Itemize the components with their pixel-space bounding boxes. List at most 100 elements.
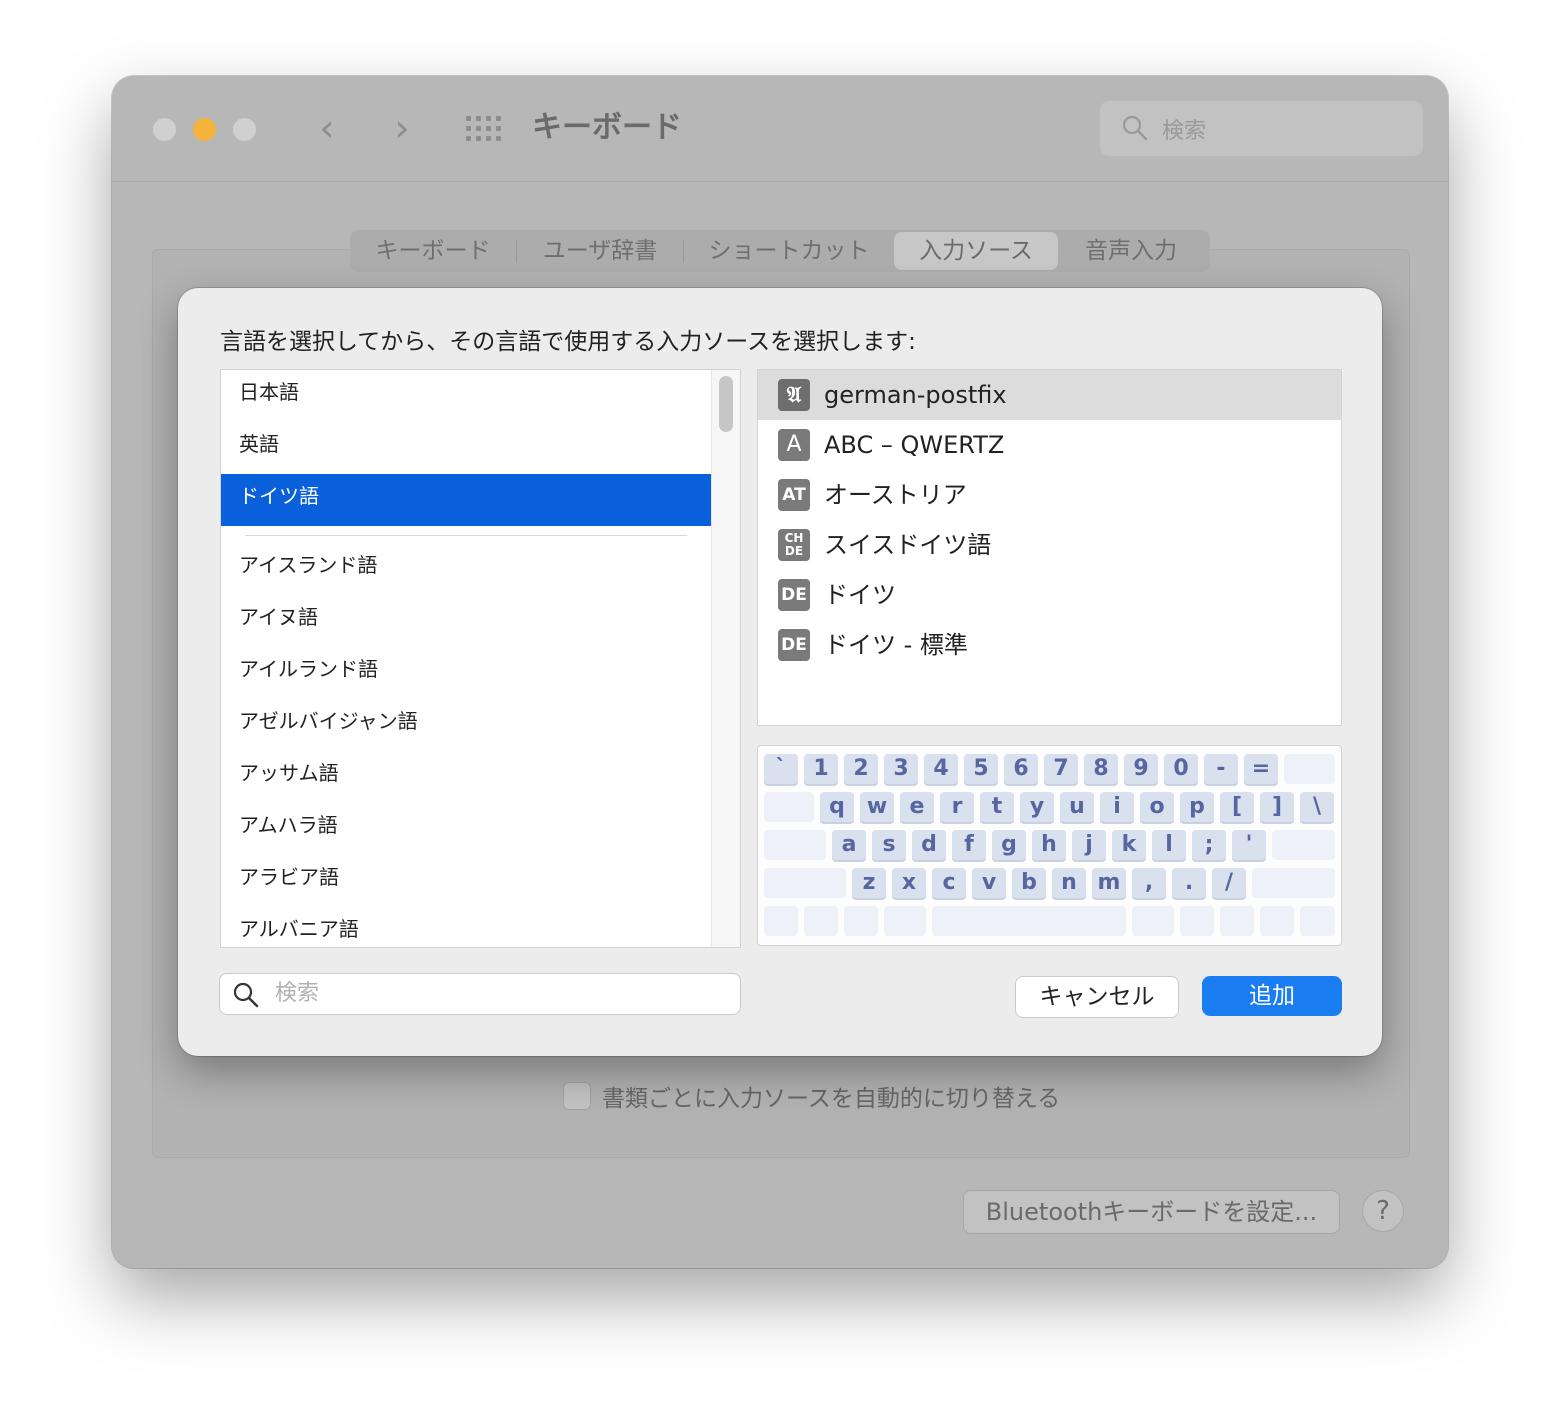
keyboard-key: l xyxy=(1152,830,1186,860)
abc-layout-icon: A xyxy=(778,429,810,461)
keyboard-key: ] xyxy=(1260,792,1294,822)
close-window-button[interactable] xyxy=(153,118,176,141)
keyboard-key: y xyxy=(1020,792,1054,822)
language-list-separator xyxy=(245,535,687,536)
minimize-window-button[interactable] xyxy=(193,118,216,141)
keyboard-blank-key xyxy=(1260,906,1294,936)
sheet-prompt: 言語を選択してから、その言語で使用する入力ソースを選択します: xyxy=(220,329,916,355)
tab-user-dictionary[interactable]: ユーザ辞書 xyxy=(517,230,683,272)
swiss-german-badge-text: CH DE xyxy=(784,531,804,558)
keyboard-blank-key xyxy=(884,906,926,936)
search-icon xyxy=(233,982,259,1008)
keyboard-key: x xyxy=(892,868,926,898)
german-layout-icon: DE xyxy=(778,579,810,611)
input-source-item[interactable]: CH DE スイスドイツ語 xyxy=(758,520,1341,570)
input-source-item[interactable]: A ABC – QWERTZ xyxy=(758,420,1341,470)
keyboard-key: ' xyxy=(1232,830,1266,860)
search-placeholder: 検索 xyxy=(275,981,320,1006)
keyboard-key: p xyxy=(1180,792,1214,822)
scrollbar-thumb[interactable] xyxy=(719,376,733,432)
keyboard-key: u xyxy=(1060,792,1094,822)
keyboard-blank-key xyxy=(764,906,798,936)
keyboard-key: i xyxy=(1100,792,1134,822)
titlebar: ‹ › キーボード 検索 xyxy=(112,76,1448,182)
keyboard-key: r xyxy=(940,792,974,822)
language-item[interactable]: アムハラ語 xyxy=(221,803,711,855)
keyboard-key: n xyxy=(1052,868,1086,898)
keyboard-key: \ xyxy=(1300,792,1334,822)
language-item-selected[interactable]: ドイツ語 xyxy=(221,474,711,526)
keyboard-key: b xyxy=(1012,868,1046,898)
keyboard-blank-key xyxy=(1180,906,1214,936)
input-source-list: 𝔄 german-postfix A ABC – QWERTZ AT オーストリ… xyxy=(757,369,1342,726)
keyboard-blank-key xyxy=(1132,906,1174,936)
keyboard-blank-key xyxy=(932,906,1126,936)
keyboard-key: / xyxy=(1212,868,1246,898)
tab-bar: キーボード ユーザ辞書 ショートカット 入力ソース 音声入力 xyxy=(350,230,1210,272)
language-item[interactable]: アイスランド語 xyxy=(221,543,711,595)
input-source-label: スイスドイツ語 xyxy=(824,531,992,559)
keyboard-key: c xyxy=(932,868,966,898)
keyboard-layout-preview: ` 1 2 3 4 5 6 7 8 9 0- = q w e r t y u i o p[] \ a s d f g h j k l; ' z x c… xyxy=(757,745,1342,946)
keyboard-key: ; xyxy=(1192,830,1226,860)
zoom-window-button[interactable] xyxy=(233,118,256,141)
keyboard-key: j xyxy=(1072,830,1106,860)
auto-switch-checkbox[interactable] xyxy=(563,1082,591,1110)
keyboard-key: , xyxy=(1132,868,1166,898)
input-source-label: ABC – QWERTZ xyxy=(824,431,1005,459)
language-item[interactable]: アルバニア語 xyxy=(221,907,711,947)
input-source-label: ドイツ xyxy=(824,581,896,609)
keyboard-key: 5 xyxy=(964,754,998,784)
keyboard-key: a xyxy=(832,830,866,860)
keyboard-blank-key xyxy=(764,868,846,898)
bluetooth-keyboard-button[interactable]: Bluetoothキーボードを設定... xyxy=(963,1190,1340,1234)
input-source-item[interactable]: DE ドイツ - 標準 xyxy=(758,620,1341,670)
keyboard-key: 0 xyxy=(1164,754,1198,784)
keyboard-key: w xyxy=(860,792,894,822)
keyboard-blank-key xyxy=(1252,868,1335,898)
tab-keyboard[interactable]: キーボード xyxy=(350,230,516,272)
forward-chevron-icon[interactable]: › xyxy=(382,106,422,150)
auto-switch-label: 書類ごとに入力ソースを自動的に切り替える xyxy=(602,1086,1061,1112)
keyboard-key: k xyxy=(1112,830,1146,860)
cancel-button[interactable]: キャンセル xyxy=(1015,976,1179,1018)
input-source-item-selected[interactable]: 𝔄 german-postfix xyxy=(758,370,1341,420)
language-item[interactable]: アイヌ語 xyxy=(221,595,711,647)
tab-input-sources[interactable]: 入力ソース xyxy=(894,232,1058,270)
language-search-field[interactable]: 検索 xyxy=(219,973,741,1015)
show-all-grid-icon[interactable] xyxy=(466,116,502,142)
language-item[interactable]: アゼルバイジャン語 xyxy=(221,699,711,751)
add-button[interactable]: 追加 xyxy=(1202,976,1342,1016)
keyboard-blank-key xyxy=(844,906,878,936)
language-item[interactable]: 英語 xyxy=(221,422,711,474)
language-item[interactable]: アッサム語 xyxy=(221,751,711,803)
keyboard-blank-key xyxy=(764,830,826,860)
language-item[interactable]: 日本語 xyxy=(221,370,711,422)
keyboard-key: q xyxy=(820,792,854,822)
language-list: 日本語 英語 ドイツ語 アイスランド語 アイヌ語 アイルランド語 アゼルバイジャ… xyxy=(220,369,741,948)
toolbar-search-field[interactable]: 検索 xyxy=(1100,101,1423,156)
keyboard-key: 1 xyxy=(804,754,838,784)
keyboard-key: t xyxy=(980,792,1014,822)
keyboard-key: m xyxy=(1092,868,1126,898)
keyboard-key: ` xyxy=(764,754,798,784)
keyboard-key: s xyxy=(872,830,906,860)
keyboard-key: 6 xyxy=(1004,754,1038,784)
input-source-label: オーストリア xyxy=(824,481,967,509)
back-chevron-icon[interactable]: ‹ xyxy=(307,106,347,150)
tab-shortcuts[interactable]: ショートカット xyxy=(684,230,894,272)
keyboard-key: v xyxy=(972,868,1006,898)
language-item[interactable]: アラビア語 xyxy=(221,855,711,907)
keyboard-key: 9 xyxy=(1124,754,1158,784)
keyboard-key: 7 xyxy=(1044,754,1078,784)
help-button[interactable]: ? xyxy=(1362,1190,1404,1232)
language-list-scrollbar[interactable] xyxy=(711,370,740,947)
search-icon xyxy=(1122,115,1148,141)
keyboard-blank-key xyxy=(1220,906,1254,936)
language-item[interactable]: アイルランド語 xyxy=(221,647,711,699)
keyboard-blank-key xyxy=(1284,754,1335,784)
input-source-item[interactable]: DE ドイツ xyxy=(758,570,1341,620)
input-source-item[interactable]: AT オーストリア xyxy=(758,470,1341,520)
tab-dictation[interactable]: 音声入力 xyxy=(1058,230,1204,272)
add-input-source-sheet: 言語を選択してから、その言語で使用する入力ソースを選択します: 日本語 英語 ド… xyxy=(178,288,1382,1056)
